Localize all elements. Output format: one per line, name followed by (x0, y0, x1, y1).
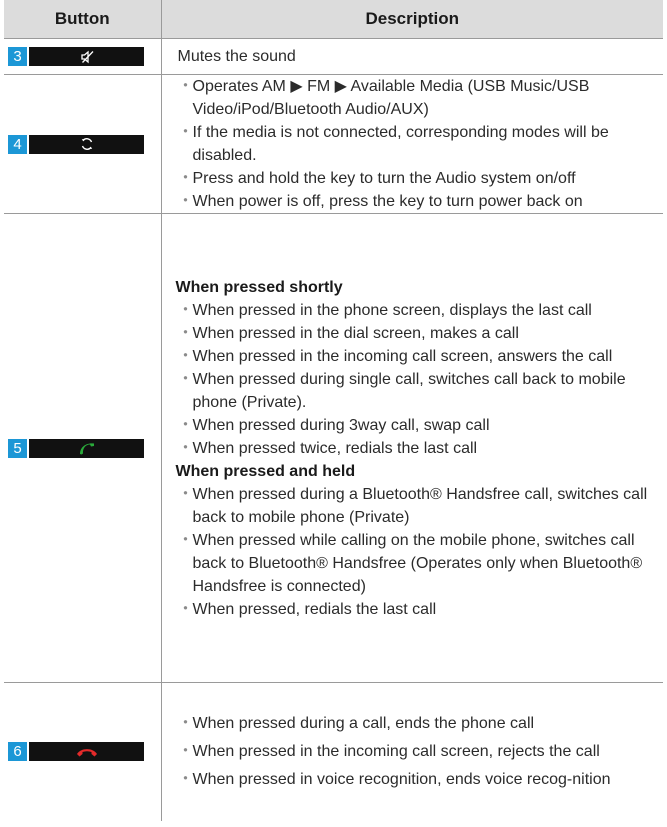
section-title: When pressed and held (175, 462, 356, 480)
mode-key (29, 134, 144, 154)
bullet-icon: ・ (177, 416, 194, 434)
list-item: ・ When pressed during a call, ends the ph… (175, 710, 654, 738)
bullet-icon: ・ (177, 742, 194, 760)
table-row: 5 When pressed shortly ・ When pressed in … (4, 213, 663, 683)
header-button: Button (4, 0, 162, 39)
bullet-icon: ・ (177, 600, 194, 618)
list-item: ・ If the media is not connected, correspo… (175, 121, 654, 167)
description-cell: Mutes the sound (161, 39, 663, 75)
row-number-badge: 6 (8, 742, 27, 762)
header-description: Description (161, 0, 663, 39)
mute-key (29, 47, 144, 66)
description-cell: ・ When pressed during a call, ends the ph… (161, 683, 663, 821)
button-cell: 4 (4, 74, 162, 214)
bullet-list: ・ When pressed in the phone screen, displ… (175, 299, 654, 460)
list-item: ・ When pressed while calling on the mobil… (175, 529, 654, 598)
list-item: ・ When pressed, redials the last call (175, 598, 654, 621)
table-header-row: Button Description (4, 0, 663, 39)
bullet-icon: ・ (177, 347, 194, 365)
table-row: 3 Mutes the sound (4, 38, 663, 75)
button-cell: 3 (4, 38, 162, 75)
button-cell: 5 (4, 213, 162, 683)
list-item: ・ Press and hold the key to turn the Audi… (175, 167, 654, 190)
call-icon (79, 443, 94, 455)
list-item: ・ When pressed during a Bluetooth® Handsf… (175, 483, 654, 529)
row-number-badge: 4 (8, 134, 27, 154)
section-title: When pressed shortly (175, 278, 343, 296)
bullet-icon: ・ (177, 770, 194, 788)
bullet-icon: ・ (177, 324, 194, 342)
list-item: ・ When pressed in the dial screen, makes … (175, 322, 654, 345)
bullet-icon: ・ (177, 78, 194, 95)
row-number-badge: 3 (8, 47, 27, 66)
bullet-list: ・ Operates AM ▶ FM ▶ Available Media (USB… (175, 75, 654, 213)
table-row: 6 ・ When pressed during a call, ends the … (4, 682, 663, 821)
end-call-key (29, 742, 144, 762)
bullet-icon: ・ (177, 301, 194, 319)
bullet-icon: ・ (177, 124, 194, 141)
table-row: 4 ・ Operates AM ▶ FM ▶ Available Media (… (4, 74, 663, 214)
button-description-table: Button Description 3 Mutes the sound 4 ・… (4, 0, 663, 821)
bullet-icon: ・ (177, 485, 194, 503)
bullet-icon: ・ (177, 531, 194, 549)
list-item: ・ When pressed during 3way call, swap cal… (175, 414, 654, 437)
mode-cycle-icon (81, 138, 92, 150)
list-item: ・ When pressed twice, redials the last ca… (175, 437, 654, 460)
list-item: ・ Operates AM ▶ FM ▶ Available Media (USB… (175, 75, 654, 121)
bullet-list: ・ When pressed during a call, ends the ph… (175, 710, 654, 794)
bullet-list: ・ When pressed during a Bluetooth® Handsf… (175, 483, 654, 621)
call-key (29, 438, 144, 458)
list-item: ・ When pressed in voice recognition, ends… (175, 766, 654, 794)
list-item: ・ When pressed in the incoming call scree… (175, 345, 654, 368)
row-number-badge: 5 (8, 438, 27, 458)
list-item: ・ When pressed in the phone screen, displ… (175, 299, 654, 322)
bullet-icon: ・ (177, 370, 194, 388)
list-item: ・ When pressed in the incoming call scree… (175, 738, 654, 766)
description-text: Mutes the sound (177, 48, 296, 65)
list-item: ・ When pressed during single call, switch… (175, 368, 654, 414)
description-cell: ・ Operates AM ▶ FM ▶ Available Media (USB… (161, 75, 663, 214)
list-item: ・ When power is off, press the key to tur… (175, 190, 654, 213)
bullet-icon: ・ (177, 439, 194, 457)
bullet-icon: ・ (177, 714, 194, 732)
button-cell: 6 (4, 682, 162, 821)
description-cell: When pressed shortly ・ When pressed in th… (161, 214, 663, 683)
bullet-icon: ・ (177, 170, 194, 187)
end-call-icon (76, 748, 97, 757)
mute-icon (80, 50, 93, 63)
bullet-icon: ・ (177, 193, 194, 210)
